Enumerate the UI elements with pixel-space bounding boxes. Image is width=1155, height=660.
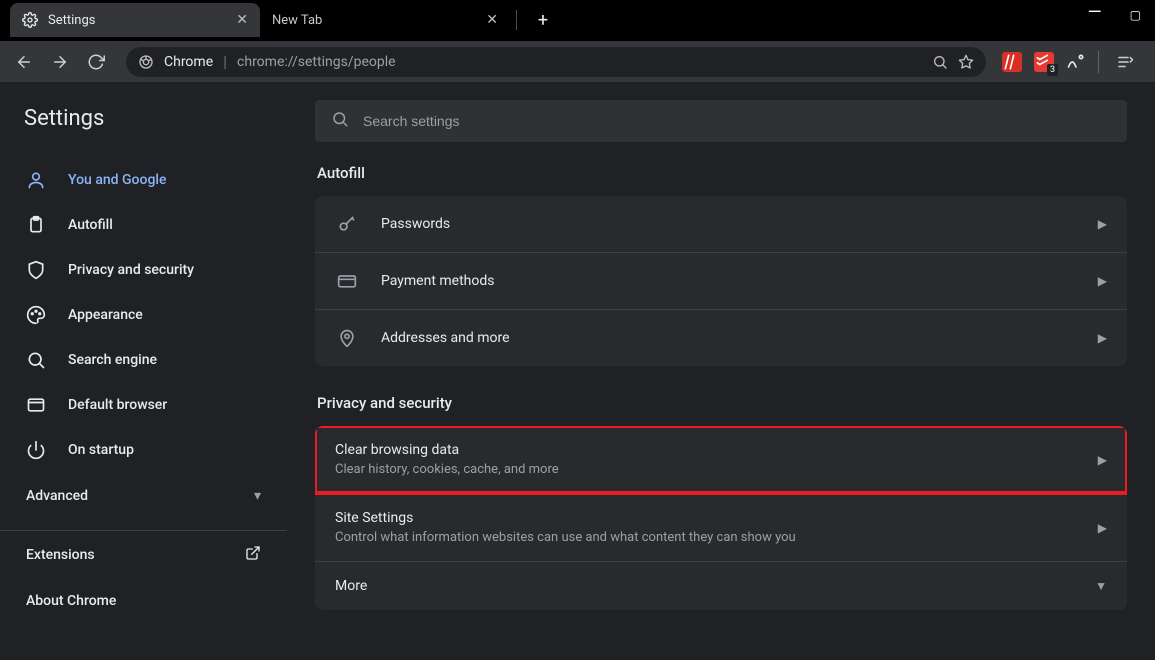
settings-search-input[interactable] xyxy=(363,113,1111,129)
chevron-right-icon: ▶ xyxy=(1098,331,1107,345)
sidebar-extensions-link[interactable]: Extensions xyxy=(0,531,287,579)
omnibox-product-label: Chrome xyxy=(164,54,213,70)
sidebar-item-appearance[interactable]: Appearance xyxy=(0,292,287,337)
row-title: Site Settings xyxy=(335,510,1098,526)
chevron-down-icon: ▾ xyxy=(254,488,261,504)
forward-button[interactable] xyxy=(46,48,74,76)
sidebar-item-label: Autofill xyxy=(68,217,113,233)
section-title-privacy: Privacy and security xyxy=(317,394,1127,412)
address-bar[interactable]: Chrome | chrome://settings/people xyxy=(126,47,986,77)
row-addresses[interactable]: Addresses and more ▶ xyxy=(315,309,1127,366)
sidebar-about-label: About Chrome xyxy=(26,593,116,609)
card-icon xyxy=(335,269,359,293)
sidebar-title: Settings xyxy=(0,100,287,157)
extension-badge: 3 xyxy=(1047,64,1058,76)
extension-icons: 3 xyxy=(1002,48,1145,76)
sidebar-item-label: Privacy and security xyxy=(68,262,194,278)
window-maximize-icon[interactable]: ▢ xyxy=(1130,8,1141,22)
shield-icon xyxy=(26,260,46,280)
toolbar: Chrome | chrome://settings/people 3 xyxy=(0,40,1155,82)
sidebar-item-search-engine[interactable]: Search engine xyxy=(0,337,287,382)
settings-search-box[interactable] xyxy=(315,100,1127,142)
row-title: Clear browsing data xyxy=(335,442,1098,458)
browser-icon xyxy=(26,395,46,415)
reading-list-icon[interactable] xyxy=(1111,48,1139,76)
omnibox-separator: | xyxy=(223,52,227,71)
tab-new[interactable]: New Tab ✕ xyxy=(260,3,510,37)
zoom-icon[interactable] xyxy=(932,54,948,70)
location-icon xyxy=(335,326,359,350)
palette-icon xyxy=(26,305,46,325)
extension-todoist-icon[interactable]: 3 xyxy=(1034,52,1054,72)
chevron-right-icon: ▶ xyxy=(1098,453,1107,467)
sidebar-advanced-toggle[interactable]: Advanced ▾ xyxy=(0,472,287,520)
sidebar-item-you-and-google[interactable]: You and Google xyxy=(0,157,287,202)
bookmark-star-icon[interactable] xyxy=(958,54,974,70)
toolbar-separator xyxy=(1098,51,1099,73)
section-title-autofill: Autofill xyxy=(317,164,1127,182)
tab-title: Settings xyxy=(48,13,226,28)
chevron-right-icon: ▶ xyxy=(1098,521,1107,535)
chevron-right-icon: ▶ xyxy=(1098,217,1107,231)
chevron-right-icon: ▶ xyxy=(1098,274,1107,288)
row-payment-methods[interactable]: Payment methods ▶ xyxy=(315,252,1127,309)
privacy-card: Clear browsing data Clear history, cooki… xyxy=(315,426,1127,610)
sidebar-item-label: Default browser xyxy=(68,397,167,413)
row-site-settings[interactable]: Site Settings Control what information w… xyxy=(315,493,1127,561)
row-clear-browsing-data[interactable]: Clear browsing data Clear history, cooki… xyxy=(315,426,1127,493)
row-title: Payment methods xyxy=(381,273,1098,289)
row-more[interactable]: More ▼ xyxy=(315,561,1127,610)
tab-title: New Tab xyxy=(272,13,476,28)
search-icon xyxy=(331,110,349,132)
chevron-down-icon: ▼ xyxy=(1095,579,1107,593)
new-tab-button[interactable]: + xyxy=(529,6,557,34)
power-icon xyxy=(26,440,46,460)
key-icon xyxy=(335,212,359,236)
reload-button[interactable] xyxy=(82,48,110,76)
row-title: Passwords xyxy=(381,216,1098,232)
row-passwords[interactable]: Passwords ▶ xyxy=(315,196,1127,252)
window-minimize-icon[interactable]: — xyxy=(1088,8,1102,22)
sidebar-extensions-label: Extensions xyxy=(26,547,95,563)
sidebar-item-autofill[interactable]: Autofill xyxy=(0,202,287,247)
close-icon[interactable]: ✕ xyxy=(486,12,498,28)
search-icon xyxy=(26,350,46,370)
sidebar-item-on-startup[interactable]: On startup xyxy=(0,427,287,472)
row-subtitle: Control what information websites can us… xyxy=(335,530,1098,545)
tab-strip: Settings ✕ New Tab ✕ + xyxy=(0,0,1155,40)
settings-main: Autofill Passwords ▶ Payment methods ▶ A… xyxy=(287,82,1155,660)
sidebar-item-label: On startup xyxy=(68,442,134,458)
autofill-card: Passwords ▶ Payment methods ▶ Addresses … xyxy=(315,196,1127,366)
person-icon xyxy=(26,170,46,190)
close-icon[interactable]: ✕ xyxy=(236,12,248,28)
sidebar-advanced-label: Advanced xyxy=(26,488,88,504)
tab-settings[interactable]: Settings ✕ xyxy=(10,3,260,37)
row-title: More xyxy=(335,578,1095,594)
external-link-icon xyxy=(245,545,261,565)
sidebar-item-default-browser[interactable]: Default browser xyxy=(0,382,287,427)
settings-sidebar: Settings You and Google Autofill Privacy… xyxy=(0,82,287,660)
sidebar-item-label: Appearance xyxy=(68,307,143,323)
tab-separator xyxy=(516,10,517,30)
clipboard-icon xyxy=(26,215,46,235)
extension-icon[interactable] xyxy=(1066,52,1086,72)
sidebar-item-label: Search engine xyxy=(68,352,157,368)
row-title: Addresses and more xyxy=(381,330,1098,346)
gear-icon xyxy=(22,12,38,28)
sidebar-about-link[interactable]: About Chrome xyxy=(0,579,287,623)
extension-icon[interactable] xyxy=(1002,52,1022,72)
chrome-icon xyxy=(138,54,154,70)
omnibox-url: chrome://settings/people xyxy=(237,54,922,70)
sidebar-item-privacy[interactable]: Privacy and security xyxy=(0,247,287,292)
row-subtitle: Clear history, cookies, cache, and more xyxy=(335,462,1098,477)
back-button[interactable] xyxy=(10,48,38,76)
sidebar-item-label: You and Google xyxy=(68,172,166,188)
